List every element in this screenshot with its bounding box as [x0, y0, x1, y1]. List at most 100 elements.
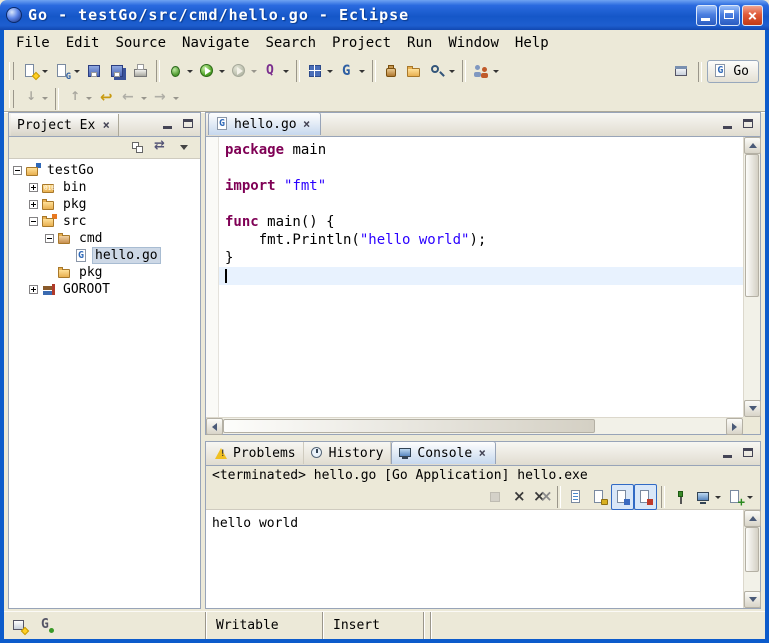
- remove-launch-button[interactable]: [507, 484, 530, 510]
- explorer-view-tab[interactable]: Project Ex: [11, 114, 119, 136]
- save-button[interactable]: [83, 58, 106, 84]
- jar-import-button[interactable]: [380, 58, 403, 84]
- menu-search[interactable]: Search: [257, 33, 324, 53]
- fast-view-button[interactable]: [8, 613, 31, 639]
- go-perspective-button[interactable]: Go: [707, 60, 759, 83]
- code-line[interactable]: import "fmt": [219, 177, 743, 195]
- minimize-view-button[interactable]: [720, 446, 737, 461]
- menu-edit[interactable]: Edit: [58, 33, 108, 53]
- tab-console[interactable]: Console: [391, 441, 496, 464]
- scroll-up-button[interactable]: [744, 510, 761, 527]
- close-window-button[interactable]: [742, 5, 763, 26]
- open-console-button[interactable]: [724, 484, 756, 510]
- tree-expander[interactable]: [29, 285, 38, 294]
- scrollbar-track[interactable]: [744, 527, 760, 591]
- code-line[interactable]: [219, 195, 743, 213]
- tree-item-pkg[interactable]: pkg: [9, 264, 200, 281]
- explorer-tab-close-button[interactable]: [100, 118, 112, 132]
- tab-hello-go[interactable]: hello.go: [208, 112, 321, 135]
- code-line[interactable]: fmt.Println("hello world");: [219, 231, 743, 249]
- toolbar-grip[interactable]: [9, 62, 14, 80]
- go-status-button[interactable]: [35, 613, 58, 639]
- scrollbar-thumb[interactable]: [745, 154, 759, 297]
- menu-source[interactable]: Source: [107, 33, 174, 53]
- tree-item-bin[interactable]: bin: [9, 179, 200, 196]
- maximize-window-button[interactable]: [719, 5, 740, 26]
- open-folder-button[interactable]: [403, 58, 426, 84]
- collapse-all-button[interactable]: [127, 135, 150, 161]
- scrollbar-track[interactable]: [744, 154, 760, 400]
- show-stderr-button[interactable]: [634, 484, 657, 510]
- code-editor[interactable]: package main import "fmt" func main() { …: [219, 137, 743, 417]
- minimize-view-button[interactable]: [160, 117, 177, 132]
- open-perspective-button[interactable]: [670, 59, 693, 85]
- go-tools-button[interactable]: [336, 58, 368, 84]
- code-line[interactable]: }: [219, 249, 743, 267]
- maximize-view-button[interactable]: [740, 117, 757, 132]
- tab-history[interactable]: History: [304, 442, 392, 464]
- team-button[interactable]: [470, 58, 502, 84]
- search-button[interactable]: [426, 58, 458, 84]
- new-go-button[interactable]: [51, 58, 83, 84]
- tree-item-testgo[interactable]: testGo: [9, 162, 200, 179]
- scrollbar-thumb[interactable]: [745, 527, 759, 572]
- tree-expander[interactable]: [29, 183, 38, 192]
- view-menu-button[interactable]: [173, 135, 196, 161]
- minimize-view-button[interactable]: [720, 117, 737, 132]
- menu-file[interactable]: File: [8, 33, 58, 53]
- menu-navigate[interactable]: Navigate: [174, 33, 257, 53]
- new-wizard-button[interactable]: [19, 58, 51, 84]
- tree-expander[interactable]: [29, 200, 38, 209]
- pin-console-button[interactable]: [669, 484, 692, 510]
- menu-run[interactable]: Run: [399, 33, 440, 53]
- clear-console-button[interactable]: [565, 484, 588, 510]
- show-stdout-button[interactable]: [611, 484, 634, 510]
- save-all-button[interactable]: [106, 58, 129, 84]
- menu-help[interactable]: Help: [507, 33, 557, 53]
- menu-window[interactable]: Window: [440, 33, 507, 53]
- coverage-button[interactable]: [260, 58, 292, 84]
- scroll-down-button[interactable]: [744, 591, 761, 608]
- menu-project[interactable]: Project: [324, 33, 399, 53]
- code-line[interactable]: package main: [219, 141, 743, 159]
- tab-problems[interactable]: Problems: [208, 442, 304, 464]
- scroll-up-button[interactable]: [744, 137, 761, 154]
- minimize-window-button[interactable]: [696, 5, 717, 26]
- tree-expander[interactable]: [13, 166, 22, 175]
- tree-expander[interactable]: [45, 234, 54, 243]
- editor-vertical-scrollbar[interactable]: [743, 137, 760, 417]
- tree-item-hello-go[interactable]: hello.go: [9, 247, 200, 264]
- scroll-left-button[interactable]: [206, 418, 223, 435]
- title-bar[interactable]: Go - testGo/src/cmd/hello.go - Eclipse: [0, 0, 769, 30]
- run-button[interactable]: [196, 58, 228, 84]
- go-package-button[interactable]: [304, 58, 336, 84]
- annotation-ruler[interactable]: [206, 137, 219, 417]
- display-selected-button[interactable]: [692, 484, 724, 510]
- code-line[interactable]: [219, 267, 743, 285]
- scroll-down-button[interactable]: [744, 400, 761, 417]
- code-line[interactable]: func main() {: [219, 213, 743, 231]
- console-output-text[interactable]: hello world: [206, 510, 743, 608]
- tree-item-pkg[interactable]: pkg: [9, 196, 200, 213]
- remove-all-button[interactable]: [530, 484, 553, 510]
- code-line[interactable]: [219, 159, 743, 177]
- tree-item-cmd[interactable]: cmd: [9, 230, 200, 247]
- editor-horizontal-scrollbar[interactable]: [206, 417, 743, 434]
- tree-item-src[interactable]: src: [9, 213, 200, 230]
- debug-button[interactable]: [164, 58, 196, 84]
- scrollbar-track[interactable]: [223, 418, 726, 434]
- console-vertical-scrollbar[interactable]: [743, 510, 760, 608]
- tab-close-button[interactable]: [301, 117, 313, 131]
- toolbar-grip[interactable]: [9, 90, 14, 108]
- maximize-view-button[interactable]: [180, 117, 197, 132]
- last-edit-button[interactable]: [95, 86, 118, 112]
- scroll-right-button[interactable]: [726, 418, 743, 435]
- maximize-view-button[interactable]: [740, 446, 757, 461]
- scrollbar-thumb[interactable]: [223, 419, 595, 433]
- project-tree[interactable]: testGobinpkgsrccmdhello.gopkgGOROOT: [9, 159, 200, 608]
- print-button[interactable]: [129, 58, 152, 84]
- tab-close-button[interactable]: [476, 446, 488, 460]
- tree-item-goroot[interactable]: GOROOT: [9, 281, 200, 298]
- scroll-lock-button[interactable]: [588, 484, 611, 510]
- tree-expander[interactable]: [29, 217, 38, 226]
